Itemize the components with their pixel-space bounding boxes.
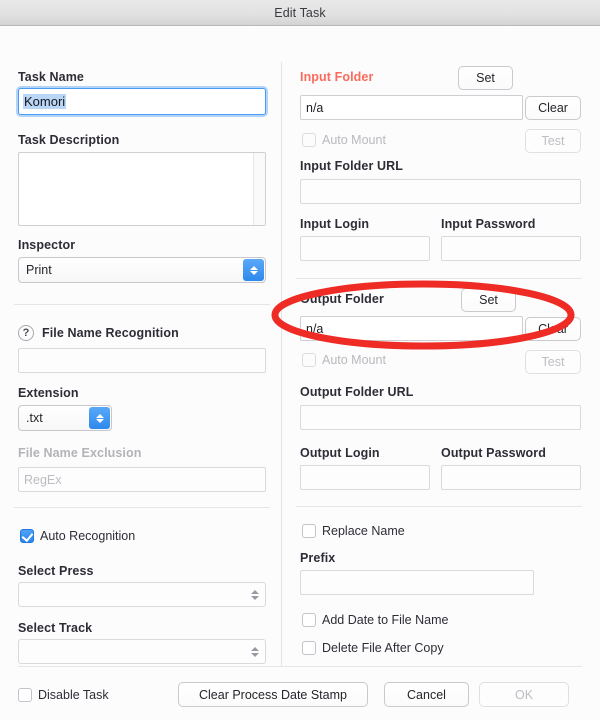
- stepper-icon[interactable]: [89, 407, 110, 429]
- task-name-label: Task Name: [18, 70, 84, 84]
- output-folder-set-button[interactable]: Set: [461, 288, 516, 312]
- replace-name-label: Replace Name: [322, 524, 405, 538]
- checkbox-icon[interactable]: [302, 524, 316, 538]
- input-auto-mount-checkbox-row[interactable]: Auto Mount: [302, 133, 386, 147]
- input-folder-label: Input Folder: [300, 70, 374, 84]
- add-date-to-file-name-label: Add Date to File Name: [322, 613, 449, 627]
- add-date-to-file-name-checkbox-row[interactable]: Add Date to File Name: [302, 613, 448, 627]
- input-folder-value: n/a: [306, 100, 324, 115]
- footer-divider: [18, 666, 582, 667]
- output-folder-clear-button[interactable]: Clear: [525, 317, 581, 341]
- delete-file-after-copy-label: Delete File After Copy: [322, 641, 444, 655]
- output-folder-label: Output Folder: [300, 292, 384, 306]
- left-divider-1: [14, 304, 270, 305]
- checkbox-icon[interactable]: [302, 641, 316, 655]
- cancel-button[interactable]: Cancel: [384, 682, 469, 707]
- task-description-scrollbar[interactable]: [253, 153, 265, 225]
- input-folder-input[interactable]: n/a: [300, 95, 523, 120]
- output-password-input[interactable]: [441, 465, 581, 490]
- prefix-input[interactable]: [300, 570, 534, 595]
- checkbox-icon[interactable]: [302, 613, 316, 627]
- output-folder-value: n/a: [306, 321, 324, 336]
- inspector-select[interactable]: Print: [18, 257, 266, 283]
- output-login-label: Output Login: [300, 446, 380, 460]
- question-mark-icon[interactable]: ?: [18, 325, 34, 341]
- inspector-value: Print: [26, 263, 52, 277]
- prefix-label: Prefix: [300, 551, 336, 565]
- input-login-input[interactable]: [300, 236, 430, 261]
- file-name-recognition-label: File Name Recognition: [42, 326, 179, 340]
- checkbox-icon[interactable]: [20, 529, 34, 543]
- input-folder-clear-button[interactable]: Clear: [525, 96, 581, 120]
- output-login-input[interactable]: [300, 465, 430, 490]
- output-folder-input[interactable]: n/a: [300, 316, 523, 341]
- right-divider-2: [296, 506, 582, 507]
- output-auto-mount-label: Auto Mount: [322, 353, 386, 367]
- select-track-select[interactable]: [18, 639, 266, 664]
- task-description-label: Task Description: [18, 133, 120, 147]
- checkbox-icon[interactable]: [302, 133, 316, 147]
- disable-task-label: Disable Task: [38, 687, 109, 702]
- task-name-value: Komori: [23, 94, 67, 109]
- window-titlebar: Edit Task: [0, 0, 600, 26]
- task-name-input[interactable]: Komori: [18, 88, 266, 115]
- file-name-recognition-input[interactable]: [18, 348, 266, 373]
- auto-recognition-checkbox-row[interactable]: Auto Recognition: [20, 529, 135, 543]
- dialog-body: Task Name Komori Task Description Inspec…: [0, 26, 600, 720]
- input-test-button[interactable]: Test: [525, 129, 581, 153]
- select-press-label: Select Press: [18, 564, 94, 578]
- dialog-footer: Disable Task Clear Process Date Stamp Ca…: [0, 666, 600, 720]
- left-divider-2: [14, 507, 270, 508]
- input-folder-url-label: Input Folder URL: [300, 159, 403, 173]
- edit-task-dialog: Edit Task Task Name Komori Task Descript…: [0, 0, 600, 720]
- right-divider-1: [296, 278, 582, 279]
- extension-label: Extension: [18, 386, 79, 400]
- output-auto-mount-checkbox-row[interactable]: Auto Mount: [302, 353, 386, 367]
- window-title: Edit Task: [274, 5, 326, 20]
- task-description-textarea[interactable]: [18, 152, 266, 226]
- output-password-label: Output Password: [441, 446, 546, 460]
- input-folder-set-button[interactable]: Set: [458, 66, 513, 90]
- delete-file-after-copy-checkbox-row[interactable]: Delete File After Copy: [302, 641, 444, 655]
- extension-value: .txt: [26, 411, 43, 425]
- footer-row: Disable Task Clear Process Date Stamp Ca…: [18, 682, 582, 707]
- clear-process-date-stamp-button[interactable]: Clear Process Date Stamp: [178, 682, 368, 707]
- file-name-recognition-header: ? File Name Recognition: [18, 325, 179, 341]
- input-auto-mount-label: Auto Mount: [322, 133, 386, 147]
- file-name-exclusion-input[interactable]: RegEx: [18, 467, 266, 492]
- stepper-icon[interactable]: [243, 259, 264, 281]
- select-press-select[interactable]: [18, 582, 266, 607]
- file-name-exclusion-placeholder: RegEx: [24, 472, 62, 487]
- disable-task-checkbox-row[interactable]: Disable Task: [18, 687, 178, 702]
- stepper-icon[interactable]: [251, 583, 259, 606]
- input-password-label: Input Password: [441, 217, 536, 231]
- inspector-label: Inspector: [18, 238, 76, 252]
- checkbox-icon[interactable]: [18, 687, 32, 702]
- output-folder-url-input[interactable]: [300, 405, 581, 430]
- auto-recognition-label: Auto Recognition: [40, 529, 136, 543]
- checkbox-icon[interactable]: [302, 353, 316, 367]
- replace-name-checkbox-row[interactable]: Replace Name: [302, 524, 405, 538]
- column-divider: [281, 62, 282, 667]
- select-track-label: Select Track: [18, 621, 93, 635]
- output-folder-url-label: Output Folder URL: [300, 385, 414, 399]
- ok-button[interactable]: OK: [479, 682, 569, 707]
- stepper-icon[interactable]: [251, 640, 259, 663]
- input-folder-url-input[interactable]: [300, 179, 581, 204]
- file-name-exclusion-label: File Name Exclusion: [18, 446, 142, 460]
- output-test-button[interactable]: Test: [525, 350, 581, 374]
- extension-select[interactable]: .txt: [18, 405, 112, 431]
- input-login-label: Input Login: [300, 217, 370, 231]
- input-password-input[interactable]: [441, 236, 581, 261]
